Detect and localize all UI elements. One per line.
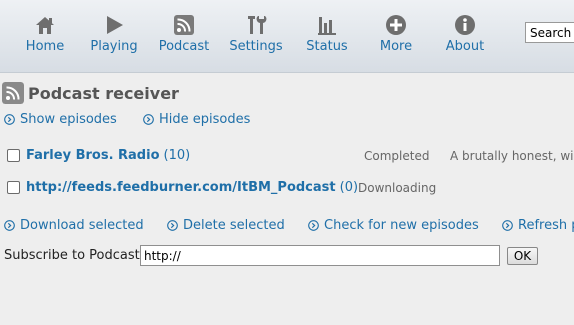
feed-description: A brutally honest, wic [450,149,574,163]
feed-title[interactable]: http://feeds.feedburner.com/ItBM_Podcast [26,180,336,195]
nav-home[interactable]: Home [10,14,80,54]
bar-chart-icon [318,17,336,35]
rss-icon [174,15,194,35]
home-icon [36,17,54,34]
search-input[interactable] [525,22,574,43]
nav-settings-label: Settings [229,39,283,54]
play-icon [107,16,123,34]
subscribe-label: Subscribe to Podcast [4,248,140,263]
nav-more-label: More [379,39,413,54]
nav-podcast[interactable]: Podcast [149,14,219,54]
feed-status: Completed [364,149,430,163]
nav-status-label: Status [306,39,348,54]
page-header: Podcast receiver [2,82,179,104]
hide-episodes-link[interactable]: Hide episodes [143,112,250,127]
download-selected-link[interactable]: Download selected [4,218,144,233]
circle-arrow-icon [167,220,178,231]
feed-checkbox[interactable] [7,181,20,194]
circle-arrow-icon [308,220,319,231]
feed-status: Downloading [358,181,437,195]
nav-playing-label: Playing [90,39,138,54]
info-icon [455,15,475,35]
circle-arrow-icon [502,220,513,231]
download-selected-label: Download selected [20,218,144,233]
hide-episodes-label: Hide episodes [159,112,251,127]
circle-arrow-icon [4,114,15,125]
delete-selected-link[interactable]: Delete selected [167,218,285,233]
nav-playing[interactable]: Playing [79,14,149,54]
top-nav-bar: Home Playing Podcast Settings Status Mor… [0,0,574,73]
nav-settings[interactable]: Settings [221,14,291,54]
feed-title-wrap: http://feeds.feedburner.com/ItBM_Podcast… [26,180,358,195]
show-episodes-link[interactable]: Show episodes [4,112,117,127]
nav-about[interactable]: About [430,14,500,54]
nav-more[interactable]: More [361,14,431,54]
circle-arrow-icon [143,114,154,125]
plus-circle-icon [386,15,406,35]
nav-podcast-label: Podcast [158,39,210,54]
feed-title[interactable]: Farley Bros. Radio [26,148,160,163]
tools-icon [248,16,267,34]
rss-icon [2,82,24,104]
circle-arrow-icon [4,220,15,231]
delete-selected-label: Delete selected [183,218,285,233]
episode-count: (0) [339,180,359,195]
nav-status[interactable]: Status [292,14,362,54]
nav-home-label: Home [25,39,65,54]
page-title: Podcast receiver [28,83,179,103]
feed-checkbox[interactable] [7,149,20,162]
feed-title-wrap: Farley Bros. Radio (10) [26,148,190,163]
refresh-label: Refresh p [518,218,574,233]
ok-button[interactable]: OK [507,247,538,265]
check-new-episodes-link[interactable]: Check for new episodes [308,218,479,233]
check-new-episodes-label: Check for new episodes [324,218,479,233]
refresh-link[interactable]: Refresh p [502,218,574,233]
podcast-url-input[interactable] [140,245,500,266]
episode-count: (10) [163,148,191,163]
nav-about-label: About [445,39,485,54]
show-episodes-label: Show episodes [20,112,117,127]
